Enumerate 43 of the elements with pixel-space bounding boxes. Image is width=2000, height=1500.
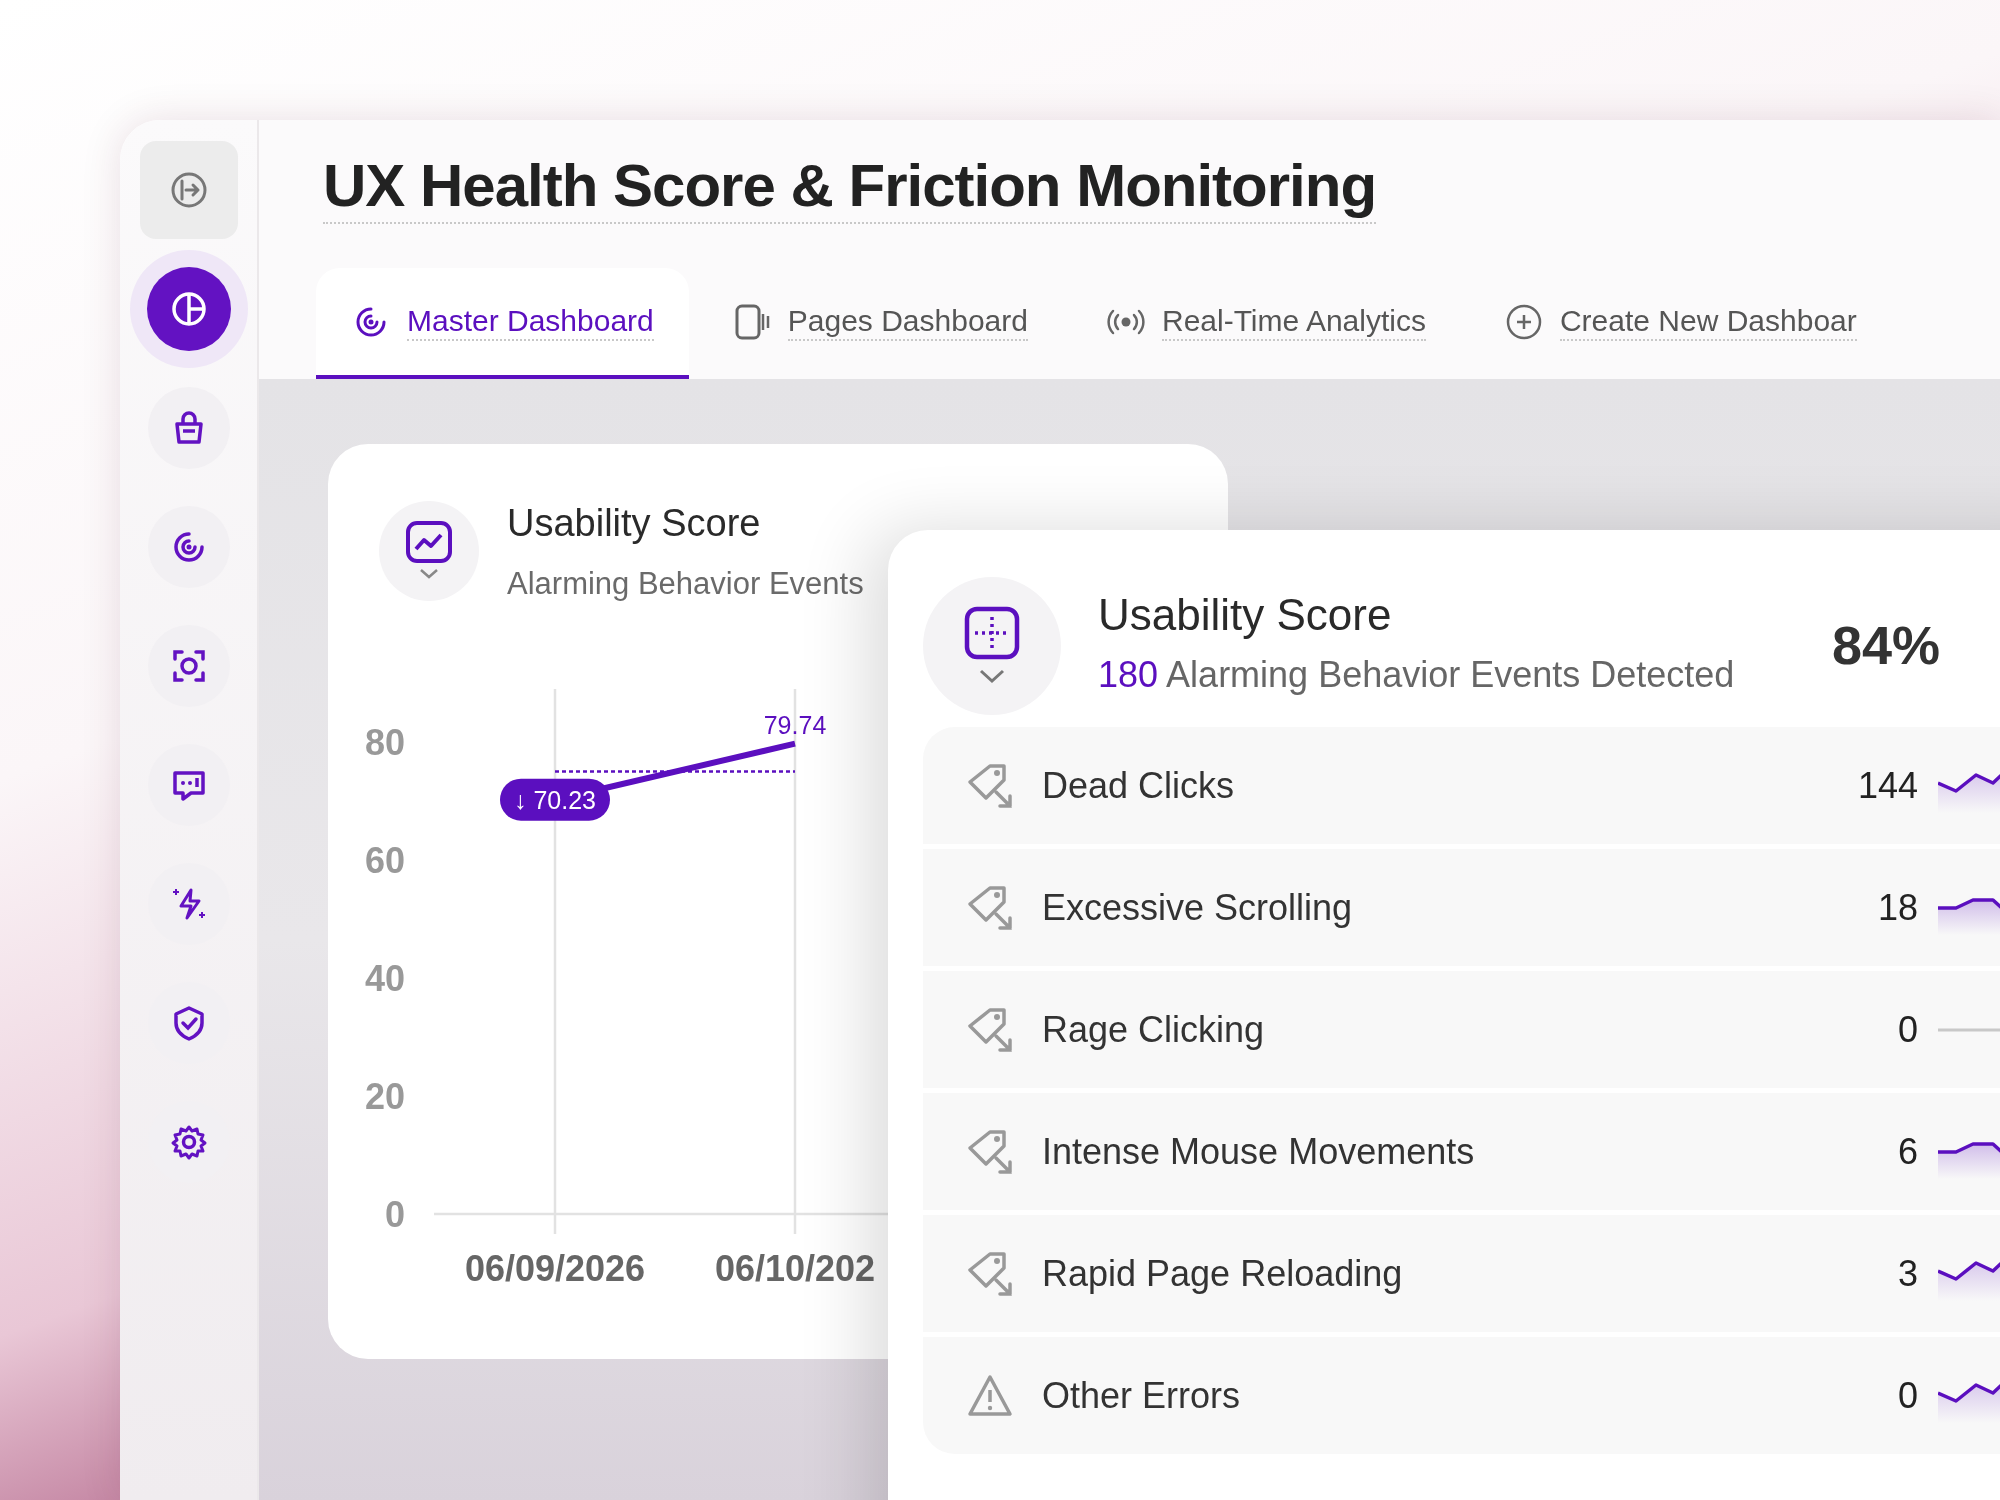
event-row[interactable]: Excessive Scrolling 18 [923,849,2000,966]
axis-label: 80 [364,722,405,764]
dashboard-tab[interactable]: Real-Time Analytics [1070,268,1461,379]
tag-icon [966,1249,1014,1298]
axis-label: 60 [364,840,405,882]
dashboard-tab[interactable]: Create New Dashboar [1468,268,1892,379]
tag-icon [966,1127,1014,1176]
event-label: Dead Clicks [1041,763,1236,808]
event-count: 0 [1896,1007,1918,1052]
event-row[interactable]: Intense Mouse Movements 6 [923,1093,2000,1210]
dashboard-tab[interactable]: Pages Dashboard [696,268,1063,379]
value-badge: ↓ 70.23 [500,778,610,821]
collapse-button[interactable] [139,140,238,239]
event-count: 3 [1896,1251,1918,1296]
score-value: 84% [1832,614,1941,677]
axis-label: 20 [364,1076,405,1117]
events-summary: 180 Alarming Behavior Events Detected [1098,652,1736,697]
event-count: 0 [1896,1373,1918,1418]
event-row[interactable]: Other Errors 0 [923,1337,2000,1454]
value-label: 79.74 [763,710,827,739]
axis-label: 40 [364,958,405,1000]
dashboard-tab[interactable]: Master Dashboard [316,268,689,379]
axis-label: 06/09/2026 [464,1248,646,1289]
event-label: Other Errors [1041,1373,1242,1418]
event-label: Rage Clicking [1041,1007,1266,1052]
axis-label: 0 [384,1194,405,1235]
panel-title: Usability Score [1098,589,1393,642]
event-label: Rapid Page Reloading [1041,1251,1404,1296]
event-row[interactable]: Rage Clicking 0 [923,971,2000,1088]
page-title: UX Health Score & Friction Monitoring [323,150,1377,224]
event-count: 18 [1876,885,1918,930]
card-title: Usability Score [507,501,762,546]
event-count: 6 [1896,1129,1918,1174]
event-row[interactable]: Rapid Page Reloading 3 [923,1215,2000,1332]
tag-icon [966,1005,1014,1054]
axis-label: 06/10/202 [714,1248,876,1289]
tag-icon [966,883,1014,932]
event-row[interactable]: Dead Clicks 144 [923,727,2000,844]
event-count: 144 [1856,763,1918,808]
card-subtitle: Alarming Behavior Events [507,564,864,603]
event-label: Intense Mouse Movements [1041,1129,1476,1174]
event-label: Excessive Scrolling [1041,885,1354,930]
tag-icon [966,761,1014,810]
